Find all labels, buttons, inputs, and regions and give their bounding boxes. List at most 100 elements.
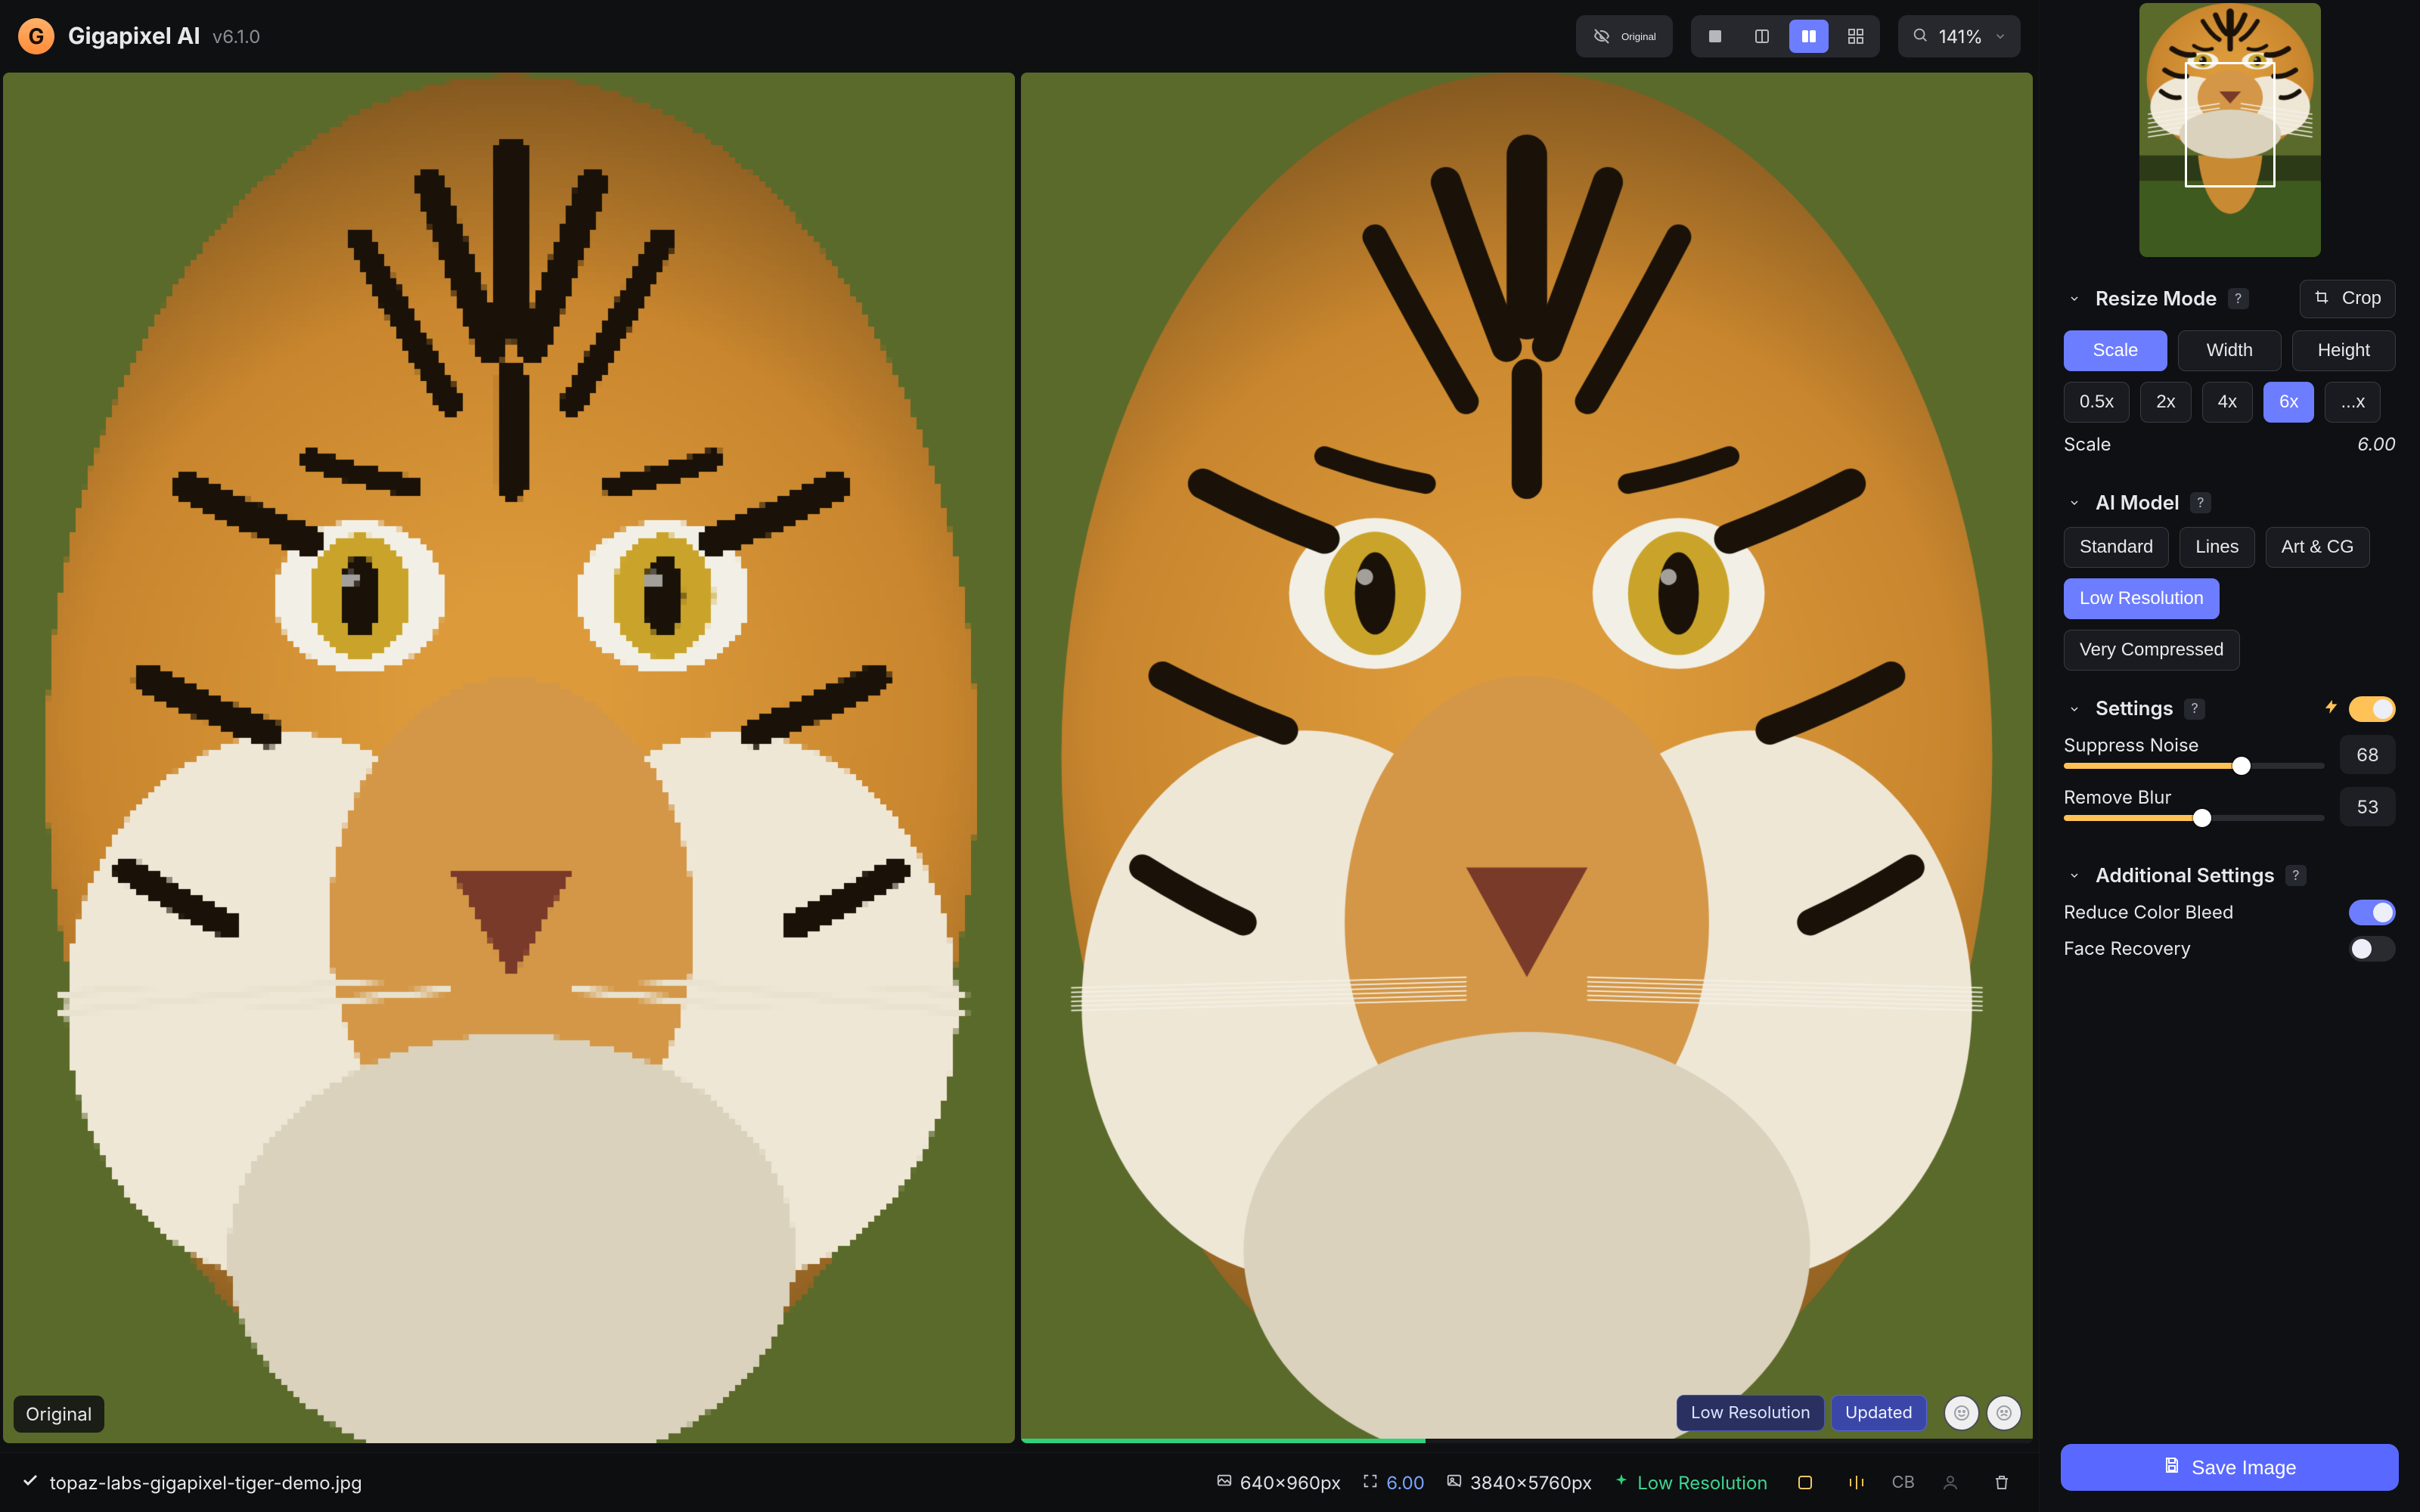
- image-icon: [1216, 1472, 1233, 1494]
- caret-settings[interactable]: [2064, 699, 2085, 720]
- expand-icon: [1362, 1472, 1379, 1494]
- slider-suppress-noise[interactable]: [2064, 756, 2325, 776]
- bottom-bar: topaz-labs-gigapixel-tiger-demo.jpg 640x…: [0, 1452, 2039, 1512]
- original-canvas: [3, 73, 1015, 1443]
- resize-tab-scale[interactable]: Scale: [2064, 330, 2167, 371]
- settings-title: Settings: [2096, 697, 2173, 720]
- preset-2x[interactable]: 2x: [2140, 382, 2191, 423]
- app-name: Gigapixel AI: [68, 23, 200, 50]
- zoom-control[interactable]: 141%: [1898, 15, 2021, 57]
- crop-button[interactable]: Crop: [2300, 280, 2396, 318]
- scale-presets: 0.5x 2x 4x 6x ...x: [2064, 382, 2396, 423]
- compare-button[interactable]: [1841, 1467, 1872, 1498]
- resize-tab-width[interactable]: Width: [2178, 330, 2282, 371]
- model-standard[interactable]: Standard: [2064, 527, 2169, 568]
- viewer: Original Low Resolution Updated: [0, 73, 2039, 1452]
- preset-custom[interactable]: ...x: [2325, 382, 2381, 423]
- view-side-by-side-button[interactable]: [1789, 20, 1829, 53]
- scale-value: 6.00: [2357, 433, 2396, 455]
- file-status: topaz-labs-gigapixel-tiger-demo.jpg: [21, 1471, 362, 1494]
- file-name: topaz-labs-gigapixel-tiger-demo.jpg: [50, 1472, 362, 1494]
- spark-icon: [1613, 1472, 1630, 1494]
- caret-ai-model[interactable]: [2064, 492, 2085, 513]
- model-lines[interactable]: Lines: [2180, 527, 2254, 568]
- metric-output-dim: 3840x5760px: [1446, 1472, 1592, 1494]
- slider-remove-blur[interactable]: [2064, 808, 2325, 828]
- delete-button[interactable]: [1986, 1467, 2018, 1498]
- view-single-button[interactable]: [1696, 20, 1735, 53]
- save-icon: [2163, 1456, 2181, 1479]
- ai-model-title: AI Model: [2096, 491, 2180, 515]
- viewer-left[interactable]: Original: [3, 73, 1015, 1443]
- crop-icon: [2314, 289, 2335, 309]
- crop-button-label: Crop: [2342, 288, 2381, 308]
- slider-suppress-noise-value[interactable]: 68: [2340, 735, 2396, 774]
- help-ai-model[interactable]: ?: [2190, 492, 2211, 513]
- app-version: v6.1.0: [213, 26, 261, 48]
- section-resize-mode: Resize Mode ? Crop Scale Width Height: [2040, 271, 2420, 482]
- toolbar: G Gigapixel AI v6.1.0 Original: [0, 0, 2039, 73]
- source-dim-value: 640x960px: [1240, 1472, 1342, 1494]
- model-badge-label: Low Resolution: [1637, 1472, 1767, 1494]
- resize-tab-height[interactable]: Height: [2292, 330, 2396, 371]
- image-large-icon: [1446, 1472, 1463, 1494]
- help-settings[interactable]: ?: [2184, 699, 2205, 720]
- model-low-res[interactable]: Low Resolution: [2064, 578, 2220, 619]
- output-dim-value: 3840x5760px: [1470, 1472, 1592, 1494]
- chevron-down-icon: [1993, 26, 2007, 48]
- person-button[interactable]: [1934, 1467, 1966, 1498]
- thumbnail-roi[interactable]: [2185, 62, 2276, 187]
- viewer-progress: [1021, 1439, 2033, 1443]
- metric-source-dim: 640x960px: [1216, 1472, 1342, 1494]
- check-icon: [21, 1471, 39, 1494]
- feedback-bad-button[interactable]: [1986, 1395, 2022, 1431]
- viewer-left-label: Original: [14, 1396, 104, 1433]
- caret-resize-mode[interactable]: [2064, 288, 2085, 309]
- brand: G Gigapixel AI v6.1.0: [18, 18, 260, 54]
- view-grid-button[interactable]: [1836, 20, 1876, 53]
- slider-remove-blur-label: Remove Blur: [2064, 786, 2325, 808]
- section-ai-model: AI Model ? Standard Lines Art & CG Low R…: [2040, 482, 2420, 687]
- sidebar-thumbnail: [2040, 0, 2420, 271]
- metric-model-badge: Low Resolution: [1613, 1472, 1767, 1494]
- metric-scale: 6.00: [1362, 1472, 1425, 1494]
- section-settings: Settings ? Suppress Noise: [2040, 687, 2420, 855]
- thumbnail-navigator[interactable]: [2139, 3, 2321, 257]
- viewer-right[interactable]: Low Resolution Updated: [1021, 73, 2033, 1443]
- zoom-icon: [1912, 26, 1928, 48]
- auto-toggle[interactable]: [2349, 696, 2396, 722]
- eye-off-icon: [1593, 27, 1611, 45]
- zoom-value: 141%: [1939, 26, 1983, 48]
- auto-icon: [2323, 698, 2340, 720]
- ai-model-options: Standard Lines Art & CG Low Resolution V…: [2064, 527, 2396, 671]
- cb-label: CB: [1892, 1473, 1915, 1492]
- section-additional: Additional Settings ? Reduce Color Bleed…: [2040, 855, 2420, 989]
- help-resize-mode[interactable]: ?: [2228, 288, 2249, 309]
- face-recovery-toggle[interactable]: [2349, 936, 2396, 962]
- model-very-compressed[interactable]: Very Compressed: [2064, 630, 2240, 671]
- view-split-button[interactable]: [1742, 20, 1782, 53]
- scale-factor-value: 6.00: [1386, 1472, 1425, 1494]
- feedback-good-button[interactable]: [1944, 1395, 1980, 1431]
- viewer-right-status: Low Resolution Updated: [1677, 1395, 2022, 1431]
- toggle-original-button[interactable]: Original: [1576, 15, 1673, 57]
- help-additional[interactable]: ?: [2285, 865, 2307, 886]
- chip-model: Low Resolution: [1677, 1395, 1825, 1431]
- preset-6x[interactable]: 6x: [2263, 382, 2314, 423]
- reduce-color-bleed-label: Reduce Color Bleed: [2064, 901, 2234, 923]
- model-art-cg[interactable]: Art & CG: [2266, 527, 2370, 568]
- save-image-button[interactable]: Save Image: [2061, 1444, 2399, 1491]
- preset-05x[interactable]: 0.5x: [2064, 382, 2130, 423]
- resize-tabs: Scale Width Height: [2064, 330, 2396, 371]
- view-mode-group: [1691, 15, 1880, 57]
- app-logo: G: [18, 18, 54, 54]
- slider-remove-blur-value[interactable]: 53: [2340, 787, 2396, 826]
- toggle-original-label: Original: [1621, 31, 1656, 42]
- reduce-color-bleed-toggle[interactable]: [2349, 900, 2396, 925]
- color-picker-button[interactable]: [1789, 1467, 1821, 1498]
- sidebar: Resize Mode ? Crop Scale Width Height: [2039, 0, 2420, 1512]
- upscaled-canvas: [1021, 73, 2033, 1443]
- scale-label: Scale: [2064, 433, 2111, 455]
- caret-additional[interactable]: [2064, 865, 2085, 886]
- preset-4x[interactable]: 4x: [2202, 382, 2253, 423]
